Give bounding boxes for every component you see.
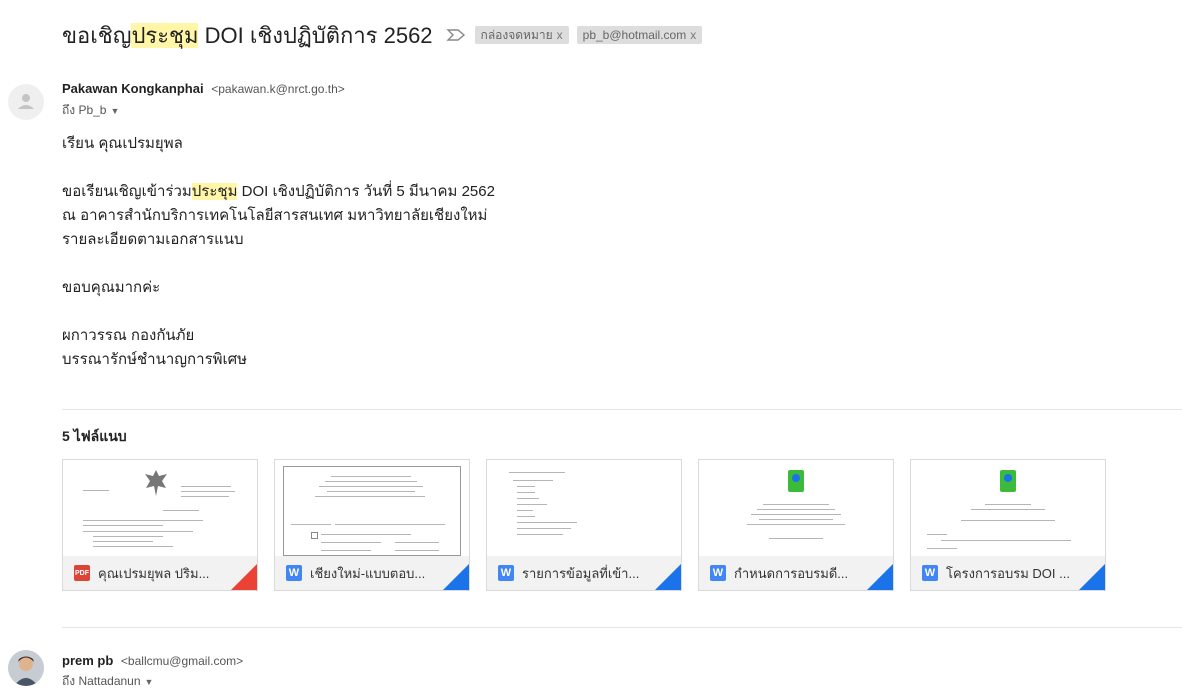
garuda-emblem-icon bbox=[145, 470, 167, 496]
attachment-name: รายการข้อมูลที่เข้า... bbox=[522, 565, 640, 581]
word-file-icon: W bbox=[286, 565, 302, 581]
attachment-thumbnail bbox=[487, 460, 681, 556]
sender-line: prem pb <ballcmu@gmail.com> bbox=[62, 653, 243, 668]
recipient-text: ถึง Pb_b bbox=[62, 103, 107, 117]
attachments-divider bbox=[62, 409, 1182, 410]
user-photo-icon[interactable] bbox=[8, 650, 44, 686]
subject-text: ขอเชิญ bbox=[62, 22, 132, 48]
chevron-down-icon[interactable]: ▼ bbox=[110, 106, 119, 116]
recipient-details-toggle[interactable]: ถึง Nattadanun ▼ bbox=[62, 672, 153, 691]
attachment-footer: W รายการข้อมูลที่เข้า... bbox=[487, 556, 681, 590]
attachments-list: PDF คุณเปรมยุพล ปริม... W เชียงใหม่-แบบต… bbox=[62, 459, 1106, 591]
word-file-icon: W bbox=[498, 565, 514, 581]
file-type-corner bbox=[1079, 564, 1105, 590]
attachment-card[interactable]: W โครงการอบรม DOI ... bbox=[910, 459, 1106, 591]
sender-email: <pakawan.k@nrct.go.th> bbox=[211, 82, 345, 96]
attachment-card[interactable]: W กำหนดการอบรมดี... bbox=[698, 459, 894, 591]
attachment-name: เชียงใหม่-แบบตอบ... bbox=[310, 565, 426, 581]
attachment-card[interactable]: W เชียงใหม่-แบบตอบ... bbox=[274, 459, 470, 591]
importance-arrow-icon[interactable] bbox=[445, 27, 467, 43]
attachment-thumbnail bbox=[699, 460, 893, 556]
body-line-2: ณ อาคารสำนักบริการเทคโนโลยีสารสนเทศ มหาว… bbox=[62, 207, 488, 224]
attachment-footer: W กำหนดการอบรมดี... bbox=[699, 556, 893, 590]
chevron-down-icon[interactable]: ▼ bbox=[145, 677, 154, 687]
label-text: pb_b@hotmail.com bbox=[582, 28, 687, 42]
greeting-line: เรียน คุณเปรมยุพล bbox=[62, 135, 183, 152]
logo-icon bbox=[1000, 470, 1016, 492]
sender-name[interactable]: prem pb bbox=[62, 653, 113, 668]
file-type-corner bbox=[231, 564, 257, 590]
signature-title: บรรณารักษ์ชำนาญการพิเศษ bbox=[62, 351, 248, 368]
sender-name[interactable]: Pakawan Kongkanphai bbox=[62, 81, 204, 96]
word-file-icon: W bbox=[710, 565, 726, 581]
attachment-card[interactable]: W รายการข้อมูลที่เข้า... bbox=[486, 459, 682, 591]
label-chip-hotmail[interactable]: pb_b@hotmail.com x bbox=[576, 26, 703, 44]
message-body: เรียน คุณเปรมยุพล ขอเรียนเชิญเข้าร่วมประ… bbox=[62, 132, 495, 372]
file-type-corner bbox=[655, 564, 681, 590]
body-line-1: ขอเรียนเชิญเข้าร่วมประชุม DOI เชิงปฏิบัต… bbox=[62, 180, 495, 204]
attachment-footer: W เชียงใหม่-แบบตอบ... bbox=[275, 556, 469, 590]
body-line-3: รายละเอียดตามเอกสารแนบ bbox=[62, 231, 244, 248]
attachment-thumbnail bbox=[63, 460, 257, 556]
attachment-thumbnail bbox=[911, 460, 1105, 556]
subject-search-highlight: ประชุม bbox=[131, 22, 199, 48]
attachment-name: โครงการอบรม DOI ... bbox=[946, 565, 1070, 581]
body-search-highlight: ประชุม bbox=[191, 183, 238, 200]
body-text-rest: DOI เชิงปฏิบัติการ วันที่ 5 มีนาคม 2562 bbox=[237, 183, 495, 200]
signature-name: ผกาวรรณ กองกันภัย bbox=[62, 327, 195, 344]
sender-email: <ballcmu@gmail.com> bbox=[120, 654, 244, 668]
attachment-thumbnail bbox=[275, 460, 469, 556]
subject-text-rest: DOI เชิงปฏิบัติการ 2562 bbox=[198, 22, 433, 48]
recipient-text: ถึง Nattadanun bbox=[62, 674, 141, 688]
body-text: ขอเรียนเชิญเข้าร่วม bbox=[62, 183, 192, 200]
file-type-corner bbox=[867, 564, 893, 590]
remove-label-icon[interactable]: x bbox=[690, 28, 696, 42]
logo-icon bbox=[788, 470, 804, 492]
word-file-icon: W bbox=[922, 565, 938, 581]
attachment-card[interactable]: PDF คุณเปรมยุพล ปริม... bbox=[62, 459, 258, 591]
thread-header: ขอเชิญประชุม DOI เชิงปฏิบัติการ 2562 กล่… bbox=[62, 18, 703, 53]
attachment-footer: W โครงการอบรม DOI ... bbox=[911, 556, 1105, 590]
recipient-details-toggle[interactable]: ถึง Pb_b ▼ bbox=[62, 101, 119, 120]
label-text: กล่องจดหมาย bbox=[480, 28, 553, 42]
attachment-footer: PDF คุณเปรมยุพล ปริม... bbox=[63, 556, 257, 590]
message-divider bbox=[62, 627, 1182, 628]
label-chip-inbox[interactable]: กล่องจดหมาย x bbox=[474, 26, 569, 44]
thread-subject: ขอเชิญประชุม DOI เชิงปฏิบัติการ 2562 bbox=[62, 18, 433, 53]
file-type-corner bbox=[443, 564, 469, 590]
attachment-name: คุณเปรมยุพล ปริม... bbox=[98, 565, 210, 581]
thanks-line: ขอบคุณมากค่ะ bbox=[62, 279, 161, 296]
default-person-icon[interactable] bbox=[8, 84, 44, 120]
pdf-file-icon: PDF bbox=[74, 565, 90, 581]
attachments-title: 5 ไฟล์แนบ bbox=[62, 428, 127, 444]
sender-line: Pakawan Kongkanphai <pakawan.k@nrct.go.t… bbox=[62, 81, 345, 96]
remove-label-icon[interactable]: x bbox=[557, 28, 563, 42]
attachment-name: กำหนดการอบรมดี... bbox=[734, 565, 849, 581]
